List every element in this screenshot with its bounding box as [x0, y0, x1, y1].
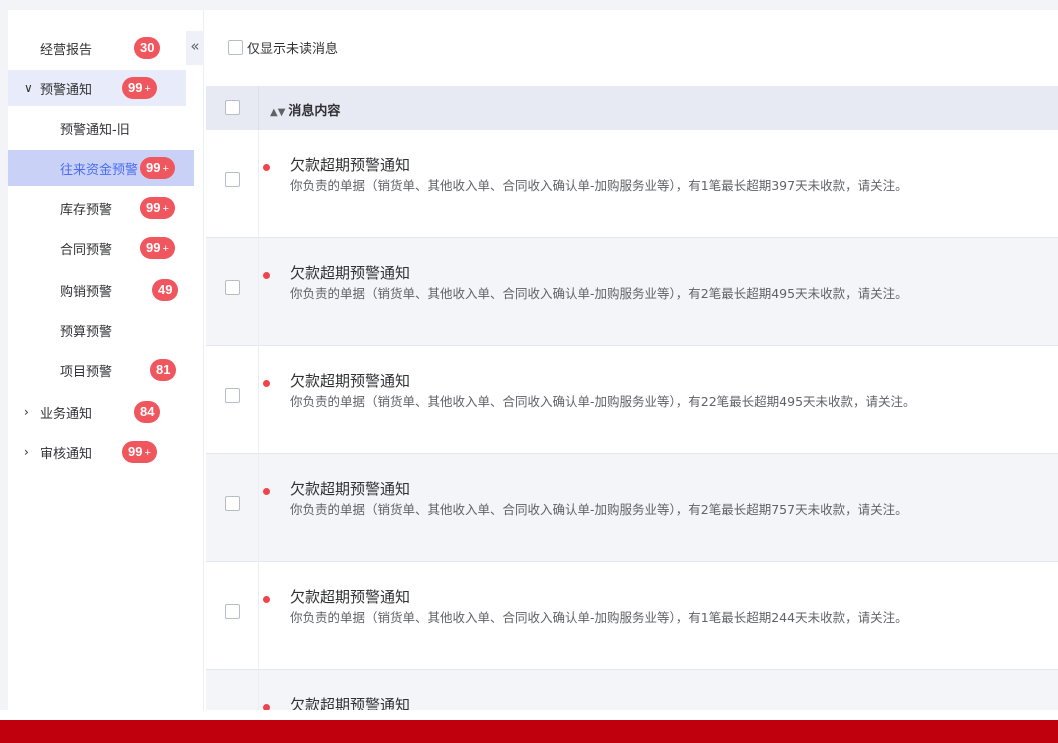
- sidebar-item-label: 预算预警: [60, 324, 113, 340]
- sidebar-item-label: 购销预警: [60, 284, 113, 300]
- table-row[interactable]: 欠款超期预警通知 你负责的单据（销货单、其他收入单、合同收入确认单-加购服务业等…: [206, 238, 1058, 346]
- column-divider: [258, 130, 259, 238]
- unread-count-badge: 99 +: [140, 237, 175, 259]
- sidebar-item-label: 预警通知: [40, 82, 93, 98]
- unread-dot-icon: [263, 380, 270, 387]
- message-description: 你负责的单据（销货单、其他收入单、合同收入确认单-加购服务业等），有2笔最长超期…: [290, 502, 908, 517]
- message-title: 欠款超期预警通知: [290, 372, 411, 390]
- unread-count-badge: 49: [152, 279, 179, 301]
- row-checkbox[interactable]: [225, 280, 240, 295]
- unread-dot-icon: [263, 596, 270, 603]
- message-title: 欠款超期预警通知: [290, 480, 411, 498]
- message-description: 你负责的单据（销货单、其他收入单、合同收入确认单-加购服务业等），有1笔最长超期…: [290, 178, 908, 193]
- message-description: 你负责的单据（销货单、其他收入单、合同收入确认单-加购服务业等），有1笔最长超期…: [290, 610, 908, 625]
- unread-only-filter[interactable]: 仅显示未读消息: [228, 38, 338, 57]
- column-header-message-content[interactable]: ▲▼ 消息内容: [270, 100, 340, 119]
- sidebar-item-label: 预警通知-旧: [60, 122, 130, 138]
- column-divider: [258, 562, 259, 670]
- table-row[interactable]: 欠款超期预警通知 你负责的单据（销货单、其他收入单、合同收入确认单-加购服务业等…: [206, 346, 1058, 454]
- message-panel: 仅显示未读消息 ▲▼ 消息内容 欠款超期预警通知 你负责的单据（销货单、其他收入单…: [206, 10, 1058, 710]
- unread-count-badge: 99 +: [122, 77, 157, 99]
- table-row[interactable]: 欠款超期预警通知 你负责的单据（销货单、其他收入单、合同收入确认单-加购服务业等…: [206, 130, 1058, 238]
- sidebar-item-purchase-sales-warning[interactable]: 购销预警 49: [8, 272, 186, 308]
- unread-count-badge: 99 +: [122, 441, 157, 463]
- unread-only-label: 仅显示未读消息: [247, 42, 339, 57]
- left-gutter: [0, 0, 8, 710]
- chevron-down-icon: ∨: [24, 81, 33, 95]
- unread-dot-icon: [263, 164, 270, 171]
- column-divider: [258, 86, 259, 130]
- bottom-banner: [0, 720, 1058, 743]
- sidebar-item-label: 经营报告: [40, 42, 93, 58]
- table-row[interactable]: 欠款超期预警通知 你负责的单据（销货单、其他收入单、合同收入确认单-加购服务业等…: [206, 454, 1058, 562]
- sidebar-item-label: 项目预警: [60, 364, 113, 380]
- message-title: 欠款超期预警通知: [290, 696, 411, 710]
- double-chevron-left-icon: «: [190, 37, 200, 55]
- sidebar-item-label: 库存预警: [60, 202, 113, 218]
- sidebar-item-business-report[interactable]: 经营报告 30: [8, 30, 186, 66]
- sidebar-item-funds-warning[interactable]: 往来资金预警 99 +: [8, 150, 194, 186]
- sidebar-item-budget-warning[interactable]: 预算预警: [8, 312, 186, 348]
- column-divider: [258, 454, 259, 562]
- message-title: 欠款超期预警通知: [290, 156, 411, 174]
- sidebar: 经营报告 30 ∨ 预警通知 99 + 预警通知-旧 往来资金预警 99 + 库存预…: [8, 10, 204, 710]
- sidebar-item-label: 往来资金预警: [60, 162, 139, 178]
- sidebar-item-inventory-warning[interactable]: 库存预警 99 +: [8, 190, 186, 226]
- sidebar-group-audit-notice[interactable]: › 审核通知 99 +: [8, 434, 186, 470]
- row-checkbox[interactable]: [225, 496, 240, 511]
- row-checkbox[interactable]: [225, 604, 240, 619]
- sidebar-item-label: 业务通知: [40, 406, 93, 422]
- table-row[interactable]: 欠款超期预警通知: [206, 670, 1058, 710]
- unread-count-badge: 81: [150, 359, 177, 381]
- chevron-right-icon: ›: [24, 405, 29, 419]
- column-divider: [258, 670, 259, 710]
- unread-only-checkbox[interactable]: [228, 40, 243, 55]
- message-title: 欠款超期预警通知: [290, 588, 411, 606]
- chevron-right-icon: ›: [24, 445, 29, 459]
- unread-dot-icon: [263, 488, 270, 495]
- column-divider: [258, 238, 259, 346]
- message-description: 你负责的单据（销货单、其他收入单、合同收入确认单-加购服务业等），有22笔最长超…: [290, 394, 916, 409]
- unread-dot-icon: [263, 704, 270, 710]
- top-gutter: [0, 0, 1058, 10]
- sidebar-item-label: 合同预警: [60, 242, 113, 258]
- sidebar-item-warning-notice-old[interactable]: 预警通知-旧: [8, 110, 186, 146]
- message-title: 欠款超期预警通知: [290, 264, 411, 282]
- table-row[interactable]: 欠款超期预警通知 你负责的单据（销货单、其他收入单、合同收入确认单-加购服务业等…: [206, 562, 1058, 670]
- row-checkbox[interactable]: [225, 172, 240, 187]
- sidebar-item-contract-warning[interactable]: 合同预警 99 +: [8, 230, 186, 266]
- message-description: 你负责的单据（销货单、其他收入单、合同收入确认单-加购服务业等），有2笔最长超期…: [290, 286, 908, 301]
- unread-count-badge: 99 +: [140, 157, 175, 179]
- sort-icon: ▲▼: [270, 107, 286, 118]
- sidebar-item-label: 审核通知: [40, 446, 93, 462]
- select-all-checkbox[interactable]: [225, 100, 240, 115]
- sidebar-group-business-notice[interactable]: › 业务通知 84: [8, 394, 186, 430]
- table-header: ▲▼ 消息内容: [206, 86, 1058, 130]
- page: 经营报告 30 ∨ 预警通知 99 + 预警通知-旧 往来资金预警 99 + 库存预…: [0, 0, 1058, 743]
- collapse-sidebar-button[interactable]: «: [186, 31, 204, 65]
- unread-count-badge: 30: [134, 37, 161, 59]
- row-checkbox[interactable]: [225, 388, 240, 403]
- sidebar-group-warning-notice[interactable]: ∨ 预警通知 99 +: [8, 70, 186, 106]
- unread-dot-icon: [263, 272, 270, 279]
- unread-count-badge: 84: [134, 401, 161, 423]
- column-divider: [258, 346, 259, 454]
- unread-count-badge: 99 +: [140, 197, 175, 219]
- sidebar-item-project-warning[interactable]: 项目预警 81: [8, 352, 186, 388]
